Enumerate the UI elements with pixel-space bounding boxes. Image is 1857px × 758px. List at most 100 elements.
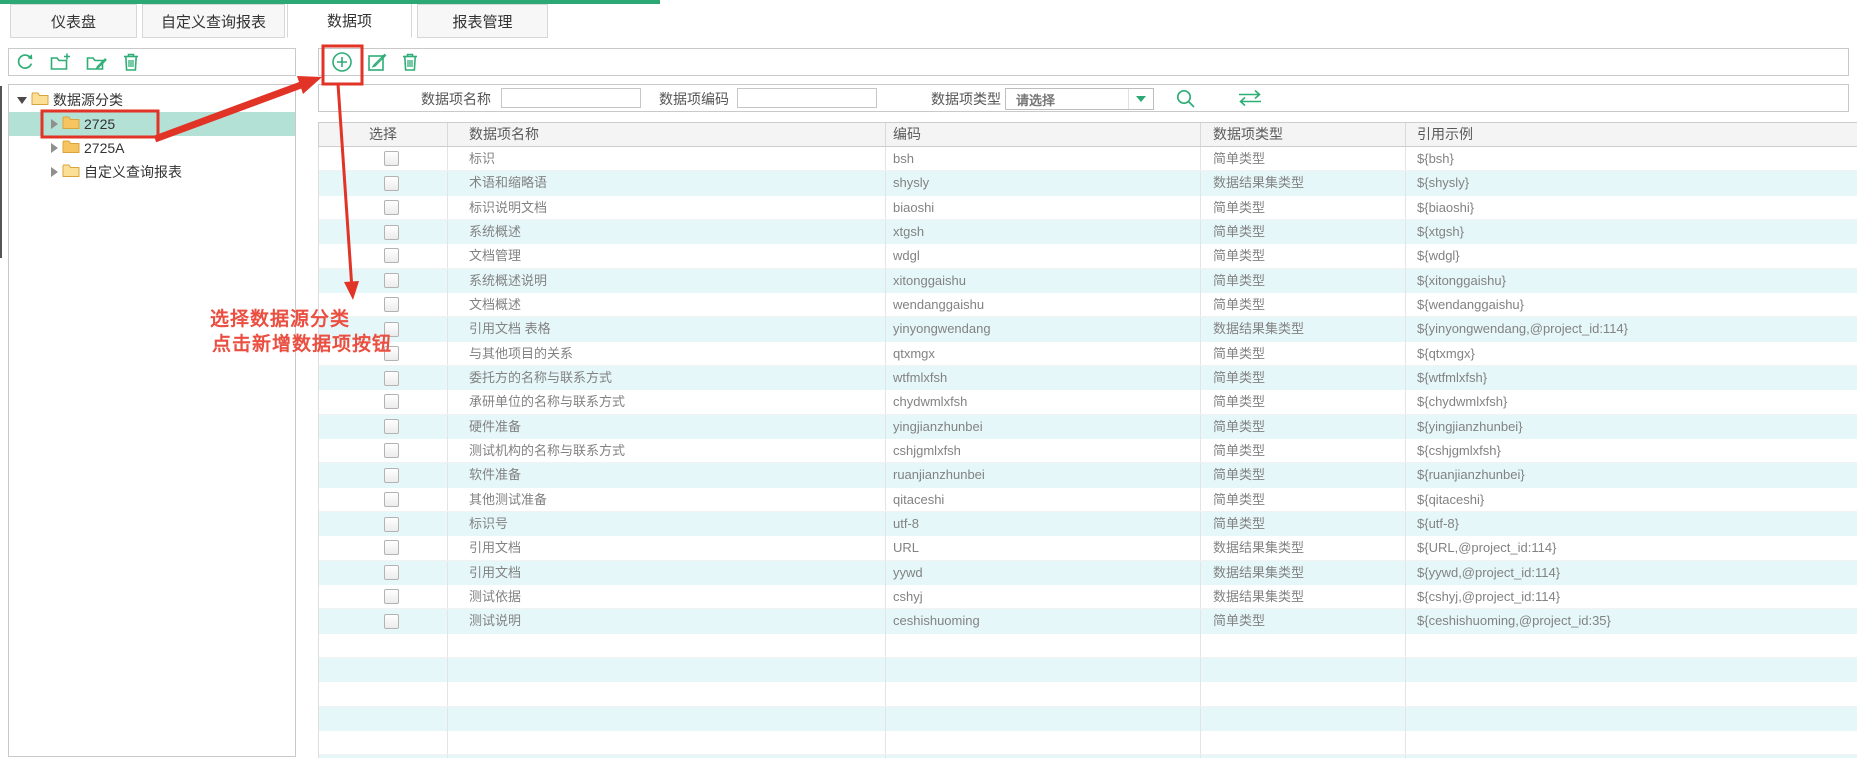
table-row: 承研单位的名称与联系方式 chydwmlxfsh 简单类型 ${chydwmlx… bbox=[319, 390, 1857, 414]
row-checkbox[interactable] bbox=[384, 540, 399, 555]
tab-dashboard[interactable]: 仪表盘 bbox=[10, 4, 137, 38]
row-checkbox[interactable] bbox=[384, 614, 399, 629]
table-row: 标识说明文档 biaoshi 简单类型 ${biaoshi} bbox=[319, 196, 1857, 220]
data-item-code-input[interactable] bbox=[737, 88, 877, 108]
delete-item-icon[interactable] bbox=[401, 52, 419, 72]
type-cell: 数据结果集类型 bbox=[1201, 585, 1406, 608]
code-cell: wendanggaishu bbox=[886, 293, 1201, 316]
code-cell: qitaceshi bbox=[886, 488, 1201, 511]
row-checkbox[interactable] bbox=[384, 273, 399, 288]
row-checkbox[interactable] bbox=[384, 200, 399, 215]
select-cell bbox=[319, 585, 448, 608]
tab-report-management[interactable]: 报表管理 bbox=[417, 4, 548, 38]
tree-node-2725a[interactable]: 2725A bbox=[9, 136, 295, 160]
row-checkbox[interactable] bbox=[384, 589, 399, 604]
data-item-name-input[interactable] bbox=[501, 88, 641, 108]
select-cell bbox=[319, 171, 448, 195]
select-cell bbox=[319, 609, 448, 633]
name-cell: 文档概述 bbox=[448, 293, 886, 316]
table-row: 引用文档 yywd 数据结果集类型 ${yywd,@project_id:114… bbox=[319, 561, 1857, 585]
row-checkbox[interactable] bbox=[384, 565, 399, 580]
name-cell bbox=[448, 707, 886, 731]
ref-cell: ${chydwmlxfsh} bbox=[1406, 390, 1857, 413]
table-row bbox=[319, 707, 1857, 731]
caret-right-icon[interactable] bbox=[51, 143, 58, 153]
reset-swap-icon[interactable] bbox=[1235, 89, 1265, 107]
table-row: 标识号 utf-8 简单类型 ${utf-8} bbox=[319, 512, 1857, 536]
row-checkbox[interactable] bbox=[384, 371, 399, 386]
select-value: 请选择 bbox=[1006, 90, 1128, 109]
type-cell: 简单类型 bbox=[1201, 196, 1406, 219]
tree-node-data-source-root[interactable]: 数据源分类 bbox=[9, 88, 295, 112]
select-cell bbox=[319, 269, 448, 293]
name-cell: 委托方的名称与联系方式 bbox=[448, 366, 886, 390]
select-cell bbox=[319, 707, 448, 731]
select-cell bbox=[319, 731, 448, 754]
code-cell: shysly bbox=[886, 171, 1201, 195]
column-header-type: 数据项类型 bbox=[1201, 123, 1406, 146]
tab-label: 报表管理 bbox=[452, 11, 512, 32]
name-cell bbox=[448, 634, 886, 657]
row-checkbox[interactable] bbox=[384, 419, 399, 434]
annotation-text-line1: 选择数据源分类 bbox=[210, 304, 350, 331]
caret-right-icon[interactable] bbox=[51, 167, 58, 177]
row-checkbox[interactable] bbox=[384, 248, 399, 263]
ref-cell: ${yinyongwendang,@project_id:114} bbox=[1406, 317, 1857, 341]
ref-cell: ${qtxmgx} bbox=[1406, 342, 1857, 365]
data-item-toolbar bbox=[318, 48, 1849, 76]
table-header: 选择 数据项名称 编码 数据项类型 引用示例 bbox=[318, 122, 1857, 147]
tab-data-items[interactable]: 数据项 bbox=[287, 4, 412, 38]
tree-node-custom-query-report[interactable]: 自定义查询报表 bbox=[9, 160, 295, 184]
filter-code-label: 数据项编码 bbox=[639, 85, 729, 113]
row-checkbox[interactable] bbox=[384, 468, 399, 483]
search-icon[interactable] bbox=[1175, 88, 1197, 110]
select-cell bbox=[319, 658, 448, 682]
folder-icon bbox=[31, 91, 49, 109]
caret-down-icon[interactable] bbox=[17, 97, 27, 104]
add-folder-icon[interactable] bbox=[50, 53, 71, 72]
add-item-icon[interactable] bbox=[331, 51, 353, 73]
table-row: 系统概述 xtgsh 简单类型 ${xtgsh} bbox=[319, 220, 1857, 244]
code-cell: wdgl bbox=[886, 244, 1201, 267]
row-checkbox[interactable] bbox=[384, 394, 399, 409]
row-checkbox[interactable] bbox=[384, 443, 399, 458]
table-row: 引用文档 表格 yinyongwendang 数据结果集类型 ${yinyong… bbox=[319, 317, 1857, 341]
type-cell bbox=[1201, 634, 1406, 657]
tree-node-2725[interactable]: 2725 bbox=[9, 112, 295, 136]
type-cell: 简单类型 bbox=[1201, 609, 1406, 633]
type-cell bbox=[1201, 682, 1406, 705]
row-checkbox[interactable] bbox=[384, 492, 399, 507]
row-checkbox[interactable] bbox=[384, 151, 399, 166]
select-cell bbox=[319, 561, 448, 585]
edit-folder-icon[interactable] bbox=[86, 53, 107, 72]
name-cell: 标识号 bbox=[448, 512, 886, 536]
table-row: 测试说明 ceshishuoming 简单类型 ${ceshishuoming,… bbox=[319, 609, 1857, 633]
column-header-ref: 引用示例 bbox=[1406, 123, 1857, 146]
data-item-type-select[interactable]: 请选择 bbox=[1005, 88, 1154, 110]
tree-node-label: 2725A bbox=[84, 140, 124, 156]
type-cell bbox=[1201, 707, 1406, 731]
table-row: 其他测试准备 qitaceshi 简单类型 ${qitaceshi} bbox=[319, 488, 1857, 512]
row-checkbox[interactable] bbox=[384, 297, 399, 312]
edit-item-icon[interactable] bbox=[367, 52, 387, 72]
code-cell: biaoshi bbox=[886, 196, 1201, 219]
code-cell: wtfmlxfsh bbox=[886, 366, 1201, 390]
name-cell: 系统概述 bbox=[448, 220, 886, 244]
row-checkbox[interactable] bbox=[384, 517, 399, 532]
name-cell: 与其他项目的关系 bbox=[448, 342, 886, 365]
name-cell: 软件准备 bbox=[448, 463, 886, 487]
row-checkbox[interactable] bbox=[384, 176, 399, 191]
type-cell: 简单类型 bbox=[1201, 269, 1406, 293]
code-cell bbox=[886, 731, 1201, 754]
caret-right-icon[interactable] bbox=[51, 119, 58, 129]
row-checkbox[interactable] bbox=[384, 225, 399, 240]
delete-icon[interactable] bbox=[122, 52, 140, 72]
type-cell: 简单类型 bbox=[1201, 390, 1406, 413]
refresh-icon[interactable] bbox=[15, 52, 35, 72]
ref-cell bbox=[1406, 682, 1857, 705]
tab-custom-query-report[interactable]: 自定义查询报表 bbox=[142, 4, 285, 38]
ref-cell: ${ceshishuoming,@project_id:35} bbox=[1406, 609, 1857, 633]
ref-cell: ${bsh} bbox=[1406, 147, 1857, 170]
select-cell bbox=[319, 220, 448, 244]
code-cell: xitonggaishu bbox=[886, 269, 1201, 293]
